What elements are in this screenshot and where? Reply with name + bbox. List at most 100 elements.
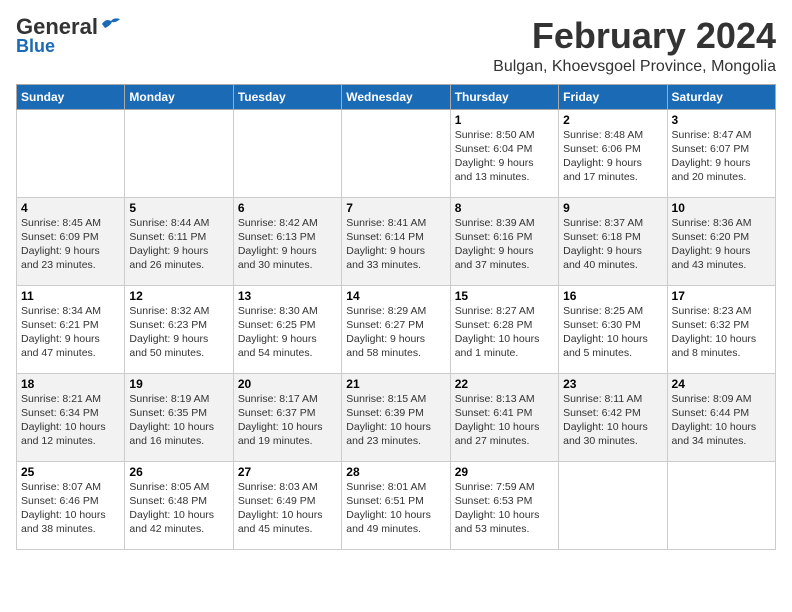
day-number: 19 [129, 377, 228, 391]
cell-content: Sunrise: 8:03 AM Sunset: 6:49 PM Dayligh… [238, 480, 337, 537]
day-number: 26 [129, 465, 228, 479]
week-row-3: 11Sunrise: 8:34 AM Sunset: 6:21 PM Dayli… [17, 285, 776, 373]
day-number: 15 [455, 289, 554, 303]
calendar-cell: 22Sunrise: 8:13 AM Sunset: 6:41 PM Dayli… [450, 373, 558, 461]
cell-content: Sunrise: 8:48 AM Sunset: 6:06 PM Dayligh… [563, 128, 662, 185]
calendar-cell: 28Sunrise: 8:01 AM Sunset: 6:51 PM Dayli… [342, 461, 450, 549]
cell-content: Sunrise: 8:17 AM Sunset: 6:37 PM Dayligh… [238, 392, 337, 449]
day-number: 2 [563, 113, 662, 127]
day-number: 21 [346, 377, 445, 391]
day-number: 10 [672, 201, 771, 215]
cell-content: Sunrise: 8:47 AM Sunset: 6:07 PM Dayligh… [672, 128, 771, 185]
calendar-cell: 16Sunrise: 8:25 AM Sunset: 6:30 PM Dayli… [559, 285, 667, 373]
cell-content: Sunrise: 8:34 AM Sunset: 6:21 PM Dayligh… [21, 304, 120, 361]
calendar-cell: 20Sunrise: 8:17 AM Sunset: 6:37 PM Dayli… [233, 373, 341, 461]
sub-title: Bulgan, Khoevsgoel Province, Mongolia [493, 58, 776, 76]
cell-content: Sunrise: 8:19 AM Sunset: 6:35 PM Dayligh… [129, 392, 228, 449]
day-number: 17 [672, 289, 771, 303]
cell-content: Sunrise: 7:59 AM Sunset: 6:53 PM Dayligh… [455, 480, 554, 537]
calendar-cell: 23Sunrise: 8:11 AM Sunset: 6:42 PM Dayli… [559, 373, 667, 461]
day-number: 25 [21, 465, 120, 479]
calendar-cell: 10Sunrise: 8:36 AM Sunset: 6:20 PM Dayli… [667, 197, 775, 285]
calendar-cell: 18Sunrise: 8:21 AM Sunset: 6:34 PM Dayli… [17, 373, 125, 461]
week-row-4: 18Sunrise: 8:21 AM Sunset: 6:34 PM Dayli… [17, 373, 776, 461]
cell-content: Sunrise: 8:30 AM Sunset: 6:25 PM Dayligh… [238, 304, 337, 361]
cell-content: Sunrise: 8:44 AM Sunset: 6:11 PM Dayligh… [129, 216, 228, 273]
cell-content: Sunrise: 8:15 AM Sunset: 6:39 PM Dayligh… [346, 392, 445, 449]
calendar-cell: 6Sunrise: 8:42 AM Sunset: 6:13 PM Daylig… [233, 197, 341, 285]
calendar-header: SundayMondayTuesdayWednesdayThursdayFrid… [17, 84, 776, 109]
day-number: 29 [455, 465, 554, 479]
cell-content: Sunrise: 8:50 AM Sunset: 6:04 PM Dayligh… [455, 128, 554, 185]
calendar-cell [342, 109, 450, 197]
calendar-cell: 5Sunrise: 8:44 AM Sunset: 6:11 PM Daylig… [125, 197, 233, 285]
calendar-cell: 3Sunrise: 8:47 AM Sunset: 6:07 PM Daylig… [667, 109, 775, 197]
col-header-saturday: Saturday [667, 84, 775, 109]
calendar-cell [667, 461, 775, 549]
day-number: 18 [21, 377, 120, 391]
day-number: 7 [346, 201, 445, 215]
logo: General Blue [16, 16, 122, 57]
calendar-cell: 8Sunrise: 8:39 AM Sunset: 6:16 PM Daylig… [450, 197, 558, 285]
week-row-2: 4Sunrise: 8:45 AM Sunset: 6:09 PM Daylig… [17, 197, 776, 285]
logo-bird-icon [100, 16, 122, 34]
cell-content: Sunrise: 8:42 AM Sunset: 6:13 PM Dayligh… [238, 216, 337, 273]
day-number: 14 [346, 289, 445, 303]
cell-content: Sunrise: 8:41 AM Sunset: 6:14 PM Dayligh… [346, 216, 445, 273]
day-number: 22 [455, 377, 554, 391]
day-number: 13 [238, 289, 337, 303]
day-number: 20 [238, 377, 337, 391]
col-header-friday: Friday [559, 84, 667, 109]
day-number: 23 [563, 377, 662, 391]
calendar-cell [559, 461, 667, 549]
calendar-cell [233, 109, 341, 197]
calendar-cell: 25Sunrise: 8:07 AM Sunset: 6:46 PM Dayli… [17, 461, 125, 549]
cell-content: Sunrise: 8:32 AM Sunset: 6:23 PM Dayligh… [129, 304, 228, 361]
cell-content: Sunrise: 8:21 AM Sunset: 6:34 PM Dayligh… [21, 392, 120, 449]
day-number: 1 [455, 113, 554, 127]
cell-content: Sunrise: 8:29 AM Sunset: 6:27 PM Dayligh… [346, 304, 445, 361]
day-number: 28 [346, 465, 445, 479]
calendar-cell: 13Sunrise: 8:30 AM Sunset: 6:25 PM Dayli… [233, 285, 341, 373]
cell-content: Sunrise: 8:36 AM Sunset: 6:20 PM Dayligh… [672, 216, 771, 273]
col-header-wednesday: Wednesday [342, 84, 450, 109]
calendar-cell [17, 109, 125, 197]
calendar-cell: 15Sunrise: 8:27 AM Sunset: 6:28 PM Dayli… [450, 285, 558, 373]
week-row-1: 1Sunrise: 8:50 AM Sunset: 6:04 PM Daylig… [17, 109, 776, 197]
day-number: 24 [672, 377, 771, 391]
calendar-cell: 17Sunrise: 8:23 AM Sunset: 6:32 PM Dayli… [667, 285, 775, 373]
calendar-cell: 14Sunrise: 8:29 AM Sunset: 6:27 PM Dayli… [342, 285, 450, 373]
calendar-cell: 11Sunrise: 8:34 AM Sunset: 6:21 PM Dayli… [17, 285, 125, 373]
day-number: 9 [563, 201, 662, 215]
logo-blue-text: Blue [16, 36, 55, 57]
calendar-cell: 4Sunrise: 8:45 AM Sunset: 6:09 PM Daylig… [17, 197, 125, 285]
calendar-cell: 27Sunrise: 8:03 AM Sunset: 6:49 PM Dayli… [233, 461, 341, 549]
cell-content: Sunrise: 8:01 AM Sunset: 6:51 PM Dayligh… [346, 480, 445, 537]
calendar-cell: 29Sunrise: 7:59 AM Sunset: 6:53 PM Dayli… [450, 461, 558, 549]
cell-content: Sunrise: 8:37 AM Sunset: 6:18 PM Dayligh… [563, 216, 662, 273]
cell-content: Sunrise: 8:23 AM Sunset: 6:32 PM Dayligh… [672, 304, 771, 361]
cell-content: Sunrise: 8:39 AM Sunset: 6:16 PM Dayligh… [455, 216, 554, 273]
cell-content: Sunrise: 8:11 AM Sunset: 6:42 PM Dayligh… [563, 392, 662, 449]
day-number: 6 [238, 201, 337, 215]
calendar-cell: 7Sunrise: 8:41 AM Sunset: 6:14 PM Daylig… [342, 197, 450, 285]
day-number: 8 [455, 201, 554, 215]
day-number: 3 [672, 113, 771, 127]
cell-content: Sunrise: 8:07 AM Sunset: 6:46 PM Dayligh… [21, 480, 120, 537]
calendar-cell: 24Sunrise: 8:09 AM Sunset: 6:44 PM Dayli… [667, 373, 775, 461]
week-row-5: 25Sunrise: 8:07 AM Sunset: 6:46 PM Dayli… [17, 461, 776, 549]
col-header-thursday: Thursday [450, 84, 558, 109]
cell-content: Sunrise: 8:09 AM Sunset: 6:44 PM Dayligh… [672, 392, 771, 449]
calendar-cell [125, 109, 233, 197]
calendar-cell: 12Sunrise: 8:32 AM Sunset: 6:23 PM Dayli… [125, 285, 233, 373]
page-header: General Blue February 2024 Bulgan, Khoev… [16, 16, 776, 76]
cell-content: Sunrise: 8:25 AM Sunset: 6:30 PM Dayligh… [563, 304, 662, 361]
calendar-table: SundayMondayTuesdayWednesdayThursdayFrid… [16, 84, 776, 550]
col-header-sunday: Sunday [17, 84, 125, 109]
calendar-cell: 1Sunrise: 8:50 AM Sunset: 6:04 PM Daylig… [450, 109, 558, 197]
calendar-body: 1Sunrise: 8:50 AM Sunset: 6:04 PM Daylig… [17, 109, 776, 549]
calendar-cell: 9Sunrise: 8:37 AM Sunset: 6:18 PM Daylig… [559, 197, 667, 285]
cell-content: Sunrise: 8:13 AM Sunset: 6:41 PM Dayligh… [455, 392, 554, 449]
calendar-cell: 19Sunrise: 8:19 AM Sunset: 6:35 PM Dayli… [125, 373, 233, 461]
logo-general-text: General [16, 16, 98, 38]
